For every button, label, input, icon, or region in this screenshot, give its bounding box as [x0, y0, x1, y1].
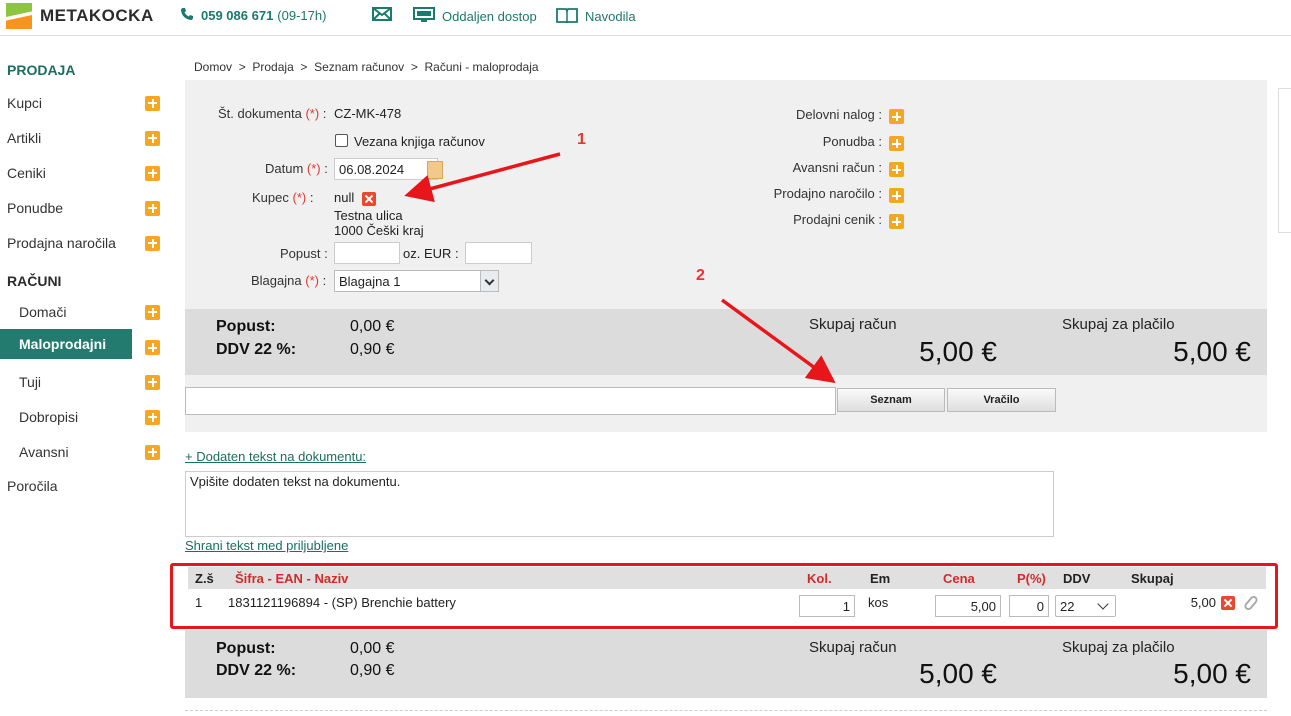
annotation-arrows	[404, 152, 836, 384]
arrow-1	[404, 152, 561, 203]
arrow-2	[720, 298, 836, 384]
